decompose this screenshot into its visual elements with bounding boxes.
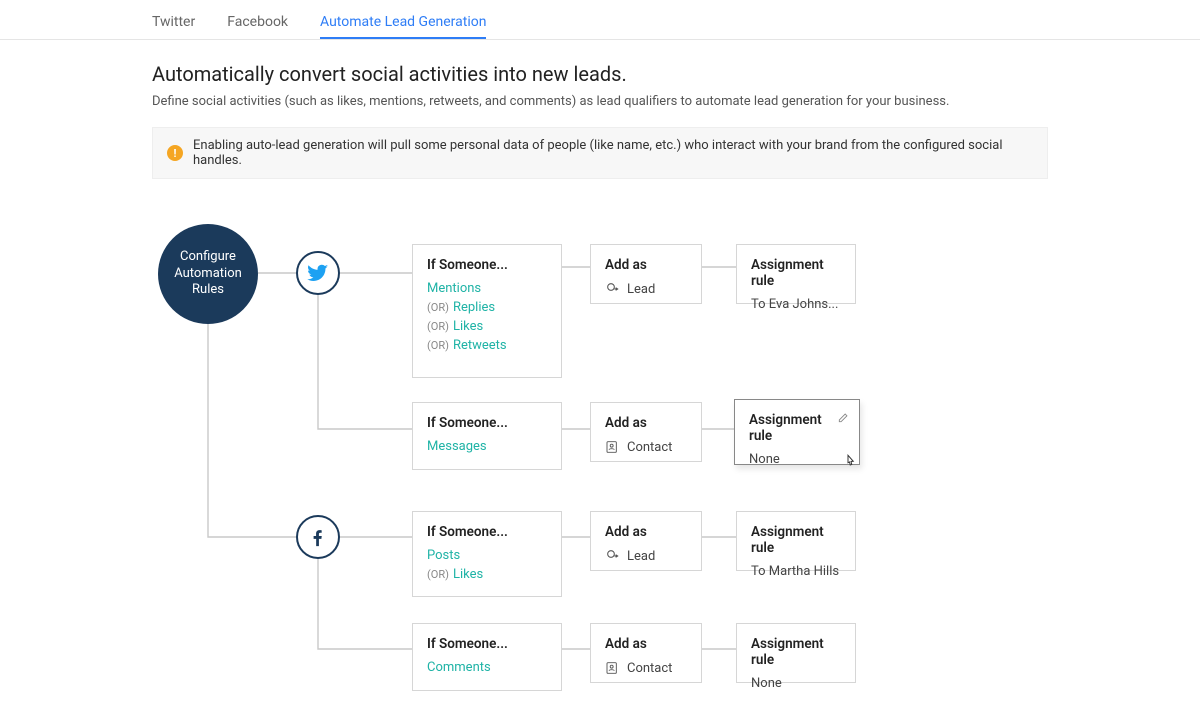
config-line2: Automation [174, 266, 242, 281]
twitter-node[interactable] [296, 251, 340, 295]
rule-value: None [749, 452, 845, 467]
trigger-card-row3[interactable]: If Someone... Posts (OR)Likes [412, 511, 562, 597]
edit-icon[interactable] [837, 410, 851, 428]
card-title: Add as [605, 636, 687, 652]
add-as-value: Lead [605, 548, 687, 564]
warning-icon: ! [167, 145, 183, 161]
rule-value: None [751, 676, 841, 691]
facebook-icon [307, 526, 329, 548]
contact-icon [605, 660, 621, 676]
trigger: (OR)Likes [427, 319, 547, 334]
card-title: Add as [605, 415, 687, 431]
card-title: Assignment rule [749, 412, 845, 444]
page-subtitle: Define social activities (such as likes,… [152, 94, 1048, 109]
card-title: If Someone... [427, 415, 547, 431]
card-title: Add as [605, 524, 687, 540]
rule-value: To Martha Hills [751, 564, 841, 579]
tab-automate-lead-generation[interactable]: Automate Lead Generation [320, 14, 486, 39]
card-title: Assignment rule [751, 257, 841, 289]
add-as-card-row2[interactable]: Add as Contact [590, 402, 702, 462]
assignment-rule-card-row4[interactable]: Assignment rule None [736, 623, 856, 683]
card-title: If Someone... [427, 524, 547, 540]
add-as-card-row4[interactable]: Add as Contact [590, 623, 702, 683]
page-title: Automatically convert social activities … [152, 62, 1048, 86]
rule-value: To Eva Johns... [751, 297, 841, 312]
twitter-icon [307, 262, 329, 284]
tab-facebook[interactable]: Facebook [227, 14, 288, 39]
trigger: Comments [427, 660, 547, 675]
card-title: If Someone... [427, 257, 547, 273]
add-as-card-row1[interactable]: Add as Lead [590, 244, 702, 304]
trigger-card-row2[interactable]: If Someone... Messages [412, 402, 562, 470]
add-as-card-row3[interactable]: Add as Lead [590, 511, 702, 571]
facebook-node[interactable] [296, 515, 340, 559]
cursor-pointer-icon [842, 453, 860, 471]
config-line3: Rules [192, 282, 224, 297]
add-as-value: Lead [605, 281, 687, 297]
trigger: (OR)Likes [427, 567, 547, 582]
trigger: (OR)Replies [427, 300, 547, 315]
automation-diagram: Configure Automation Rules If Someone...… [152, 219, 1048, 709]
tab-twitter[interactable]: Twitter [152, 14, 195, 39]
card-title: Add as [605, 257, 687, 273]
config-line1: Configure [180, 249, 236, 264]
info-alert: ! Enabling auto-lead generation will pul… [152, 127, 1048, 179]
add-as-value: Contact [605, 439, 687, 455]
trigger: Posts [427, 548, 547, 563]
card-title: If Someone... [427, 636, 547, 652]
card-title: Assignment rule [751, 524, 841, 556]
assignment-rule-card-row1[interactable]: Assignment rule To Eva Johns... [736, 244, 856, 304]
trigger: Mentions [427, 281, 547, 296]
assignment-rule-card-row3[interactable]: Assignment rule To Martha Hills [736, 511, 856, 571]
lead-icon [605, 281, 621, 297]
alert-text: Enabling auto-lead generation will pull … [193, 138, 1033, 168]
lead-icon [605, 548, 621, 564]
card-title: Assignment rule [751, 636, 841, 668]
trigger-card-row4[interactable]: If Someone... Comments [412, 623, 562, 691]
contact-icon [605, 439, 621, 455]
trigger: (OR)Retweets [427, 338, 547, 353]
trigger-card-row1[interactable]: If Someone... Mentions (OR)Replies (OR)L… [412, 244, 562, 378]
configure-rules-node[interactable]: Configure Automation Rules [158, 224, 258, 324]
trigger: Messages [427, 439, 547, 454]
tab-bar: Twitter Facebook Automate Lead Generatio… [0, 0, 1200, 40]
add-as-value: Contact [605, 660, 687, 676]
